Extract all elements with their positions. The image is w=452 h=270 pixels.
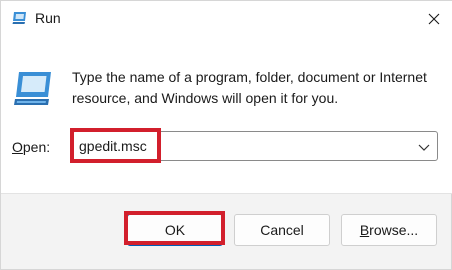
close-icon	[428, 13, 440, 25]
chevron-down-icon[interactable]	[416, 139, 432, 155]
open-input[interactable]	[77, 133, 407, 159]
run-dialog: Run Type the name of a program, folder, …	[0, 0, 452, 270]
run-icon	[12, 12, 26, 24]
window-title: Run	[35, 10, 61, 26]
run-app-icon	[14, 72, 51, 105]
cancel-button[interactable]: Cancel	[234, 214, 330, 246]
open-combobox[interactable]	[72, 131, 438, 161]
dialog-description: Type the name of a program, folder, docu…	[72, 69, 427, 106]
browse-button[interactable]: Browse...	[341, 214, 437, 246]
title-bar: Run	[1, 1, 452, 37]
close-button[interactable]	[415, 1, 452, 37]
dialog-content: Type the name of a program, folder, docu…	[1, 37, 452, 194]
open-label: Open:	[12, 139, 51, 155]
ok-button[interactable]: OK	[127, 214, 223, 246]
